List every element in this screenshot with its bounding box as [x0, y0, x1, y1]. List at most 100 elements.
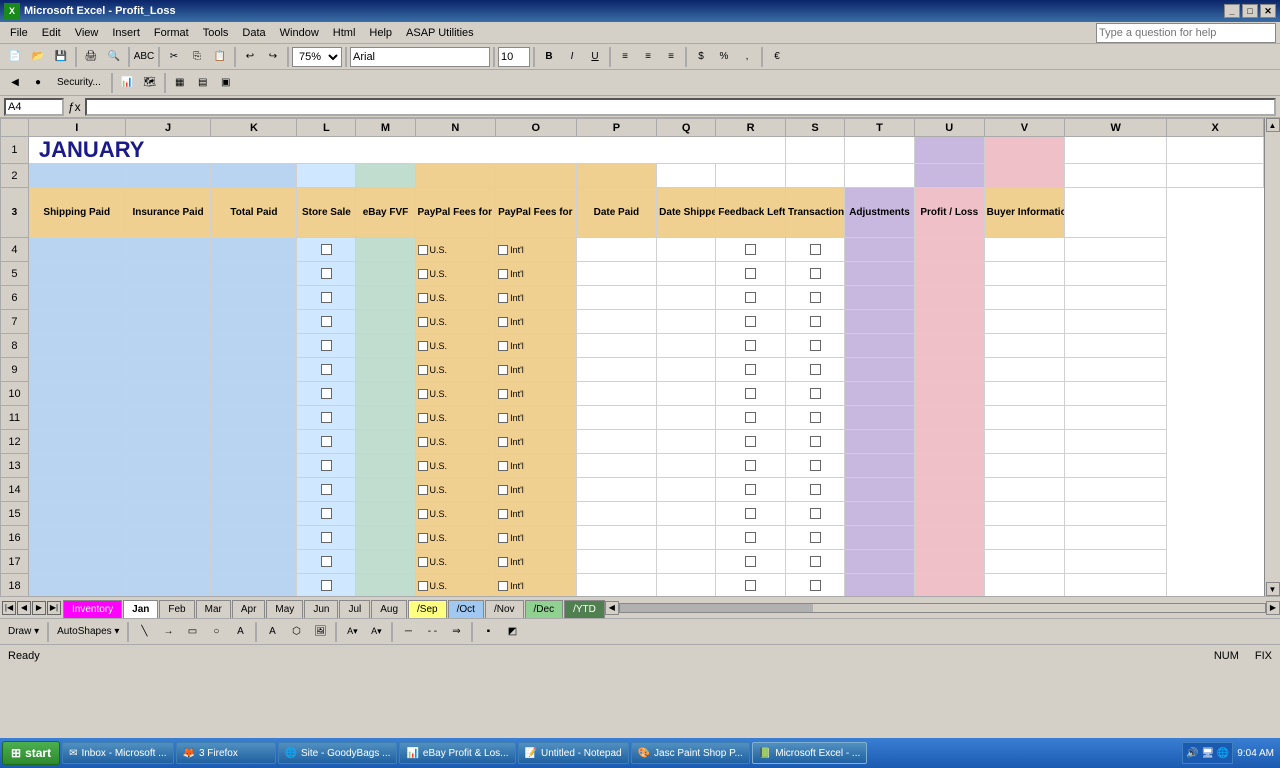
extra3-btn[interactable]: ▣	[215, 72, 237, 94]
cell-buyer[interactable]	[984, 286, 1065, 310]
currency-btn[interactable]: $	[690, 46, 712, 68]
cell-adjustments[interactable]	[845, 286, 915, 310]
cell-totalpaid[interactable]	[211, 382, 297, 406]
cell-paypal-us[interactable]: U.S.	[415, 286, 496, 310]
cell-extra[interactable]	[1065, 502, 1167, 526]
spell-btn[interactable]: ABC	[133, 46, 155, 68]
cell-storesale[interactable]	[297, 334, 356, 358]
cell-transaction[interactable]	[786, 574, 845, 597]
col-K[interactable]: K	[211, 119, 297, 137]
header-buyer[interactable]: Buyer Information	[984, 188, 1065, 238]
cell-shipping[interactable]	[28, 574, 125, 597]
cell-datepaid[interactable]	[576, 310, 657, 334]
cell-totalpaid[interactable]	[211, 334, 297, 358]
copy-btn[interactable]: ⎘	[186, 46, 208, 68]
cell-shipping[interactable]	[28, 382, 125, 406]
maximize-btn[interactable]: □	[1242, 4, 1258, 18]
cell-totalpaid[interactable]	[211, 454, 297, 478]
cell-extra[interactable]	[1065, 262, 1167, 286]
cell-paypal-intl[interactable]: Int'l	[496, 550, 577, 574]
cell-transaction[interactable]	[786, 286, 845, 310]
cell-adjustments[interactable]	[845, 430, 915, 454]
cell-paypal-us[interactable]: U.S.	[415, 358, 496, 382]
h-scrollbar[interactable]: ◀ ▶	[605, 597, 1280, 618]
cell-adjustments[interactable]	[845, 310, 915, 334]
cell-ebayfvf[interactable]	[356, 550, 415, 574]
rect-btn[interactable]: ▭	[181, 621, 203, 643]
tab-ytd[interactable]: /YTD	[564, 600, 605, 618]
cell-extra[interactable]	[1065, 286, 1167, 310]
cell-dateshipped[interactable]	[657, 358, 716, 382]
header-shipping[interactable]: Shipping Paid	[28, 188, 125, 238]
cell-shipping[interactable]	[28, 262, 125, 286]
cell-totalpaid[interactable]	[211, 502, 297, 526]
textbox-btn[interactable]: A	[229, 621, 251, 643]
font-select[interactable]	[350, 47, 490, 67]
cell-transaction[interactable]	[786, 238, 845, 262]
cell-ebayfvf[interactable]	[356, 430, 415, 454]
cell-transaction[interactable]	[786, 550, 845, 574]
cell-extra[interactable]	[1065, 430, 1167, 454]
cell-ebayfvf[interactable]	[356, 454, 415, 478]
cell-storesale[interactable]	[297, 406, 356, 430]
h-scrollbar-track[interactable]	[619, 603, 1266, 613]
cell-extra[interactable]	[1065, 454, 1167, 478]
cell-buyer[interactable]	[984, 526, 1065, 550]
cell-transaction[interactable]	[786, 526, 845, 550]
tab-aug[interactable]: Aug	[371, 600, 407, 618]
minimize-btn[interactable]: _	[1224, 4, 1240, 18]
cell-buyer[interactable]	[984, 550, 1065, 574]
taskbar-ebay[interactable]: 📊 eBay Profit & Los...	[399, 742, 515, 764]
arrow-style-btn[interactable]: ⇒	[445, 621, 467, 643]
col-M[interactable]: M	[356, 119, 415, 137]
cell-totalpaid[interactable]	[211, 406, 297, 430]
menu-asap[interactable]: ASAP Utilities	[400, 25, 480, 41]
tab-jul[interactable]: Jul	[339, 600, 370, 618]
tab-prev-btn[interactable]: ◀	[17, 601, 31, 615]
euro-btn[interactable]: €	[766, 46, 788, 68]
extra2-btn[interactable]: ▤	[192, 72, 214, 94]
cell-extra[interactable]	[1065, 334, 1167, 358]
cell-insurance[interactable]	[125, 262, 211, 286]
cell-storesale[interactable]	[297, 262, 356, 286]
cell-paypal-intl[interactable]: Int'l	[496, 430, 577, 454]
cell-adjustments[interactable]	[845, 454, 915, 478]
cell-paypal-intl[interactable]: Int'l	[496, 310, 577, 334]
italic-btn[interactable]: I	[561, 46, 583, 68]
line-style-btn[interactable]: ─	[397, 621, 419, 643]
header-transaction[interactable]: Transaction Complete	[786, 188, 845, 238]
cell-adjustments[interactable]	[845, 334, 915, 358]
cell-paypal-intl[interactable]: Int'l	[496, 358, 577, 382]
cell-ebayfvf[interactable]	[356, 478, 415, 502]
scroll-down-btn[interactable]: ▼	[1266, 582, 1280, 596]
cell-feedback[interactable]	[716, 550, 786, 574]
cell-insurance[interactable]	[125, 406, 211, 430]
cell-totalpaid[interactable]	[211, 574, 297, 597]
cell-insurance[interactable]	[125, 358, 211, 382]
cell-storesale[interactable]	[297, 454, 356, 478]
taskbar-excel[interactable]: 📗 Microsoft Excel - ...	[752, 742, 867, 764]
header-paypal-us[interactable]: PayPal Fees for U.S. Sales	[415, 188, 496, 238]
cell-profit[interactable]	[914, 502, 984, 526]
cell-totalpaid[interactable]	[211, 286, 297, 310]
dash-style-btn[interactable]: - -	[421, 621, 443, 643]
cut-btn[interactable]: ✂	[163, 46, 185, 68]
cell-datepaid[interactable]	[576, 286, 657, 310]
cell-insurance[interactable]	[125, 286, 211, 310]
cell-dateshipped[interactable]	[657, 454, 716, 478]
cell-transaction[interactable]	[786, 430, 845, 454]
header-totalpaid[interactable]: Total Paid	[211, 188, 297, 238]
cell-dateshipped[interactable]	[657, 382, 716, 406]
cell-ebayfvf[interactable]	[356, 406, 415, 430]
draw-dropdown[interactable]: Draw ▾	[4, 621, 43, 643]
percent-btn[interactable]: %	[713, 46, 735, 68]
scroll-right-btn[interactable]: ▶	[1266, 601, 1280, 615]
cell-totalpaid[interactable]	[211, 430, 297, 454]
col-T[interactable]: T	[845, 119, 915, 137]
tab-may[interactable]: May	[266, 600, 303, 618]
arrow-btn[interactable]: →	[157, 621, 179, 643]
zoom-select[interactable]: 75% 100%	[292, 47, 342, 67]
cell-extra[interactable]	[1065, 574, 1167, 597]
cell-paypal-intl[interactable]: Int'l	[496, 334, 577, 358]
cell-storesale[interactable]	[297, 502, 356, 526]
